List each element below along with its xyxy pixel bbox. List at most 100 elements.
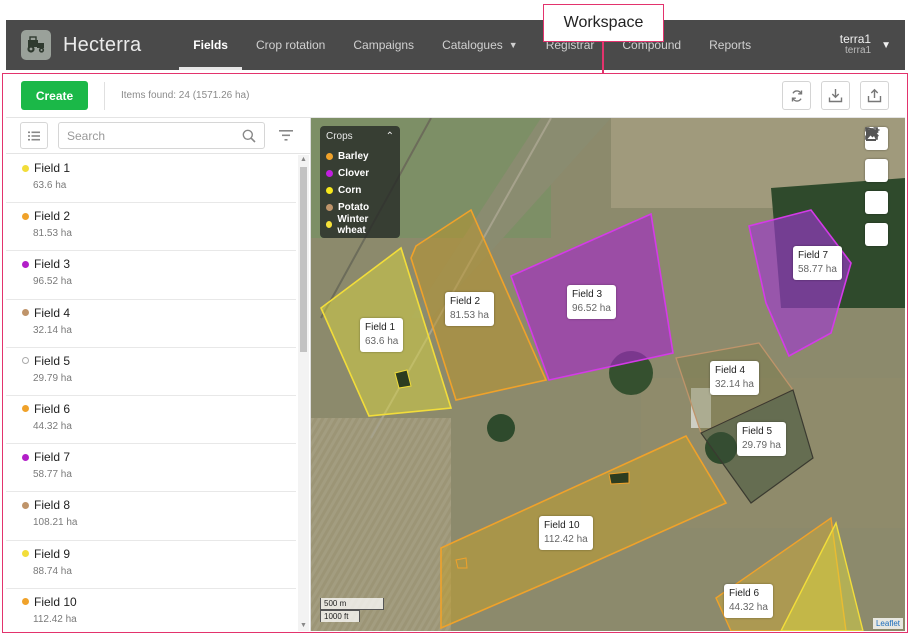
nav-crop-rotation[interactable]: Crop rotation xyxy=(242,20,339,70)
legend-color-dot xyxy=(326,170,333,177)
labels-toggle-button[interactable] xyxy=(865,128,888,214)
legend-label: Barley xyxy=(338,151,369,162)
fields-sidebar: Field 1 63.6 ha Field 2 81.53 ha Field 3 96… xyxy=(6,118,311,631)
map-attribution-link[interactable]: Leaflet xyxy=(872,618,903,629)
map-label-field-7[interactable]: Field 7 58.77 ha xyxy=(793,246,842,280)
list-item[interactable]: Field 4 32.14 ha xyxy=(6,300,296,348)
crop-color-dot xyxy=(22,550,29,557)
items-found-count: Items found: 24 (1571.26 ha) xyxy=(121,90,250,101)
add-image-button[interactable] xyxy=(865,127,888,246)
legend-title: Crops xyxy=(326,131,353,142)
nav-reports[interactable]: Reports xyxy=(695,20,765,70)
map-label-name: Field 4 xyxy=(715,365,746,376)
field-name: Field 3 xyxy=(34,257,71,272)
list-item[interactable]: Field 1 63.6 ha xyxy=(6,155,296,204)
list-item[interactable]: Field 10 112.42 ha xyxy=(6,589,296,631)
fields-map[interactable]: Crops ⌃ Barley Clover Corn Potato Winter … xyxy=(311,118,905,631)
field-area: 81.53 ha xyxy=(33,228,72,240)
list-item[interactable]: Field 5 29.79 ha xyxy=(6,348,296,396)
map-label-area: 32.14 ha xyxy=(715,379,754,390)
fields-list: Field 1 63.6 ha Field 2 81.53 ha Field 3 96… xyxy=(6,155,296,631)
top-navigation-bar: Hecterra Fields Crop rotation Campaigns … xyxy=(6,20,905,70)
scroll-up-icon[interactable]: ▲ xyxy=(298,155,309,165)
search-icon[interactable] xyxy=(242,129,256,143)
map-label-name: Field 1 xyxy=(365,322,396,333)
refresh-button[interactable] xyxy=(782,81,811,110)
user-menu[interactable]: terra1 terra1 ▼ xyxy=(840,33,891,57)
upload-button[interactable] xyxy=(860,81,889,110)
field-name: Field 4 xyxy=(34,305,71,320)
nav-label: Catalogues xyxy=(442,38,503,52)
map-label-field-6[interactable]: Field 6 44.32 ha xyxy=(724,584,773,618)
chevron-up-icon[interactable]: ⌃ xyxy=(386,131,394,142)
legend-color-dot xyxy=(326,187,333,194)
map-label-field-10[interactable]: Field 10 112.42 ha xyxy=(539,516,593,550)
field-name: Field 1 xyxy=(34,161,71,175)
search-input[interactable] xyxy=(67,128,242,143)
scale-imperial: 1000 ft xyxy=(320,610,360,622)
map-label-area: 44.32 ha xyxy=(729,602,768,613)
list-item[interactable]: Field 9 88.74 ha xyxy=(6,541,296,589)
map-label-field-5[interactable]: Field 5 29.79 ha xyxy=(737,422,786,456)
map-label-field-2[interactable]: Field 2 81.53 ha xyxy=(445,292,494,326)
search-box xyxy=(58,122,265,149)
legend-color-dot xyxy=(326,204,333,211)
map-label-area: 96.52 ha xyxy=(572,303,611,314)
list-view-button[interactable] xyxy=(20,122,48,149)
legend-item-barley: Barley xyxy=(326,148,394,165)
filter-button[interactable] xyxy=(279,130,293,141)
app-logo-icon[interactable] xyxy=(21,30,51,60)
workspace-callout: Workspace xyxy=(543,4,664,42)
scrollbar-thumb[interactable] xyxy=(300,167,307,352)
satellite-map-canvas[interactable] xyxy=(311,118,905,631)
nav-label: Reports xyxy=(709,38,752,52)
nav-fields[interactable]: Fields xyxy=(179,20,242,70)
list-icon xyxy=(28,131,40,140)
main-nav: Fields Crop rotation Campaigns Catalogue… xyxy=(179,20,765,70)
callout-connector xyxy=(602,42,604,74)
list-scrollbar[interactable]: ▲ ▼ xyxy=(298,155,309,631)
crop-color-dot xyxy=(22,453,29,461)
legend-item-corn: Corn xyxy=(326,182,394,199)
crop-color-dot xyxy=(22,357,29,365)
download-button[interactable] xyxy=(821,81,850,110)
workspace-toolbar: Create Items found: 24 (1571.26 ha) xyxy=(6,74,905,118)
legend-label: Corn xyxy=(338,185,362,196)
user-account: terra1 xyxy=(844,45,872,56)
field-area: 108.21 ha xyxy=(33,517,78,529)
field-area: 88.74 ha xyxy=(33,565,72,577)
list-item[interactable]: Field 3 96.52 ha xyxy=(6,251,296,300)
map-label-area: 63.6 ha xyxy=(365,336,399,347)
list-item[interactable]: Field 2 81.53 ha xyxy=(6,203,296,252)
legend-color-dot xyxy=(326,221,333,228)
scroll-down-icon[interactable]: ▼ xyxy=(298,621,309,631)
nav-label: Crop rotation xyxy=(255,38,326,52)
nav-campaigns[interactable]: Campaigns xyxy=(339,20,428,70)
field-area: 32.14 ha xyxy=(33,324,72,336)
field-area: 29.79 ha xyxy=(33,372,72,384)
fullscreen-button[interactable] xyxy=(865,127,888,182)
user-name: terra1 xyxy=(839,32,872,46)
crop-color-dot xyxy=(22,405,29,413)
map-label-area: 112.42 ha xyxy=(544,534,588,545)
app-name: Hecterra xyxy=(63,33,142,56)
field-name: Field 2 xyxy=(34,209,71,224)
map-label-field-4[interactable]: Field 4 32.14 ha xyxy=(710,361,759,395)
scale-metric: 500 m xyxy=(320,598,384,610)
map-label-field-1[interactable]: Field 1 63.6 ha xyxy=(360,318,404,352)
list-item[interactable]: Field 6 44.32 ha xyxy=(6,396,296,445)
map-label-name: Field 7 xyxy=(798,250,829,261)
create-button[interactable]: Create xyxy=(21,81,88,110)
nav-catalogues[interactable]: Catalogues ▼ xyxy=(428,20,532,70)
map-label-field-3[interactable]: Field 3 96.52 ha xyxy=(567,285,616,319)
field-area: 96.52 ha xyxy=(33,276,72,288)
list-item[interactable]: Field 8 108.21 ha xyxy=(6,492,296,541)
crop-color-dot xyxy=(22,309,29,317)
map-label-name: Field 6 xyxy=(729,588,760,599)
map-label-area: 29.79 ha xyxy=(742,440,781,451)
field-name: Field 6 xyxy=(34,401,71,416)
crop-color-dot xyxy=(22,501,29,509)
list-item[interactable]: Field 7 58.77 ha xyxy=(6,444,296,493)
add-image-icon xyxy=(866,127,880,141)
crop-color-dot xyxy=(22,598,29,606)
